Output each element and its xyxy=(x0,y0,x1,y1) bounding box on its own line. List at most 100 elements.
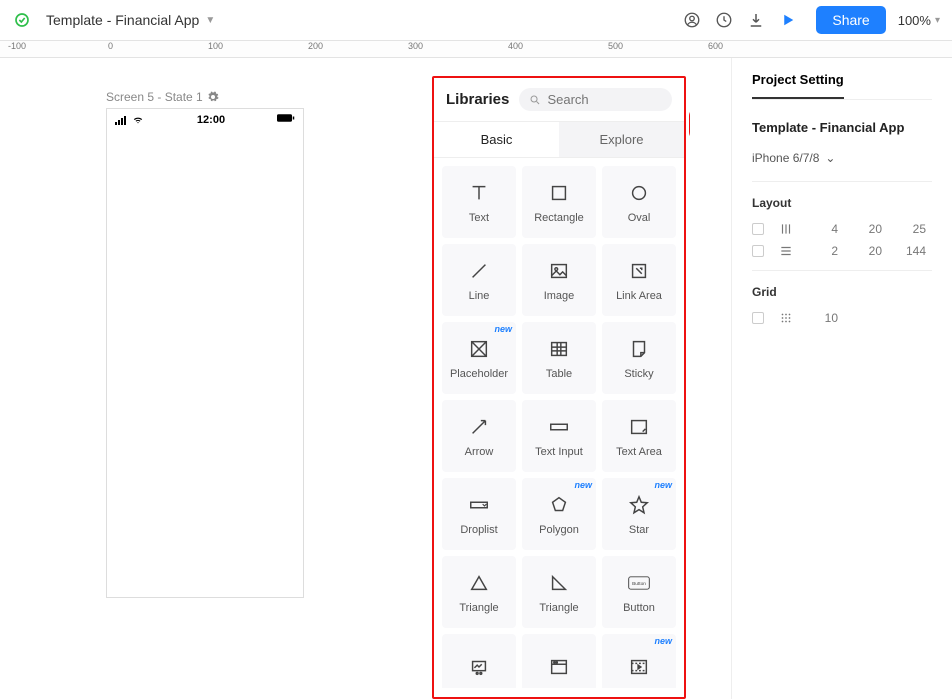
layout-section-label: Layout xyxy=(752,182,932,218)
canvas[interactable]: Screen 5 - State 1 12:00 Libraries xyxy=(0,58,690,699)
tab-explore[interactable]: Explore xyxy=(559,122,684,157)
library-item[interactable]: Button Button xyxy=(602,556,676,628)
history-button[interactable] xyxy=(708,4,740,36)
library-item[interactable]: Text xyxy=(442,166,516,238)
device-frame[interactable]: 12:00 xyxy=(106,108,304,598)
svg-text:Button: Button xyxy=(632,581,646,587)
library-item-label: Button xyxy=(623,602,655,614)
link-area-icon xyxy=(626,258,652,284)
main-area: Screen 5 - State 1 12:00 Libraries xyxy=(0,58,952,699)
library-item[interactable]: new Polygon xyxy=(522,478,596,550)
library-item-label: Sticky xyxy=(624,368,653,380)
new-badge: new xyxy=(654,636,672,646)
library-item[interactable]: Oval xyxy=(602,166,676,238)
carousel-icon xyxy=(466,654,492,680)
library-item-label: Placeholder xyxy=(450,368,508,380)
avatar-button[interactable] xyxy=(676,4,708,36)
library-item[interactable] xyxy=(522,634,596,688)
statusbar-time: 12:00 xyxy=(197,114,225,126)
library-item[interactable]: Rectangle xyxy=(522,166,596,238)
checkbox[interactable] xyxy=(752,312,764,324)
search-box[interactable] xyxy=(519,88,672,111)
line-icon xyxy=(466,258,492,284)
columns-icon xyxy=(778,222,794,236)
ruler-tick: -100 xyxy=(8,41,26,57)
library-item[interactable]: Link Area xyxy=(602,244,676,316)
chevron-down-icon: ▾ xyxy=(935,15,940,26)
gear-icon xyxy=(207,91,219,103)
window-icon xyxy=(546,654,572,680)
library-item[interactable]: Droplist xyxy=(442,478,516,550)
app-logo xyxy=(12,10,32,30)
topbar: Template - Financial App ▼ Share 100%▾ xyxy=(0,0,952,40)
project-title[interactable]: Template - Financial App xyxy=(46,12,199,28)
library-item-label: Rectangle xyxy=(534,212,584,224)
signal-icon xyxy=(115,115,129,125)
chevron-down-icon[interactable]: ▼ xyxy=(205,15,215,26)
device-statusbar: 12:00 xyxy=(107,109,303,130)
download-button[interactable] xyxy=(740,4,772,36)
text-area-icon xyxy=(626,414,652,440)
library-item[interactable]: Sticky xyxy=(602,322,676,394)
library-item-label: Text xyxy=(469,212,489,224)
right-panel-title: Project Setting xyxy=(752,58,844,99)
library-item[interactable]: new xyxy=(602,634,676,688)
library-item-label: Table xyxy=(546,368,572,380)
checkbox[interactable] xyxy=(752,223,764,235)
share-button[interactable]: Share xyxy=(816,6,885,34)
library-item[interactable]: Table xyxy=(522,322,596,394)
ruler-tick: 600 xyxy=(708,41,723,57)
library-item-label: Arrow xyxy=(465,446,494,458)
search-input[interactable] xyxy=(547,92,662,107)
library-item-label: Polygon xyxy=(539,524,579,536)
libraries-panel: Libraries Basic Explore TextRectangleOva… xyxy=(432,76,686,699)
zoom-control[interactable]: 100%▾ xyxy=(898,13,940,28)
play-button[interactable] xyxy=(772,4,804,36)
oval-icon xyxy=(626,180,652,206)
library-item-label: Oval xyxy=(628,212,651,224)
right-panel-subtitle: Template - Financial App xyxy=(752,110,932,145)
grid-section-label: Grid xyxy=(752,271,932,307)
arrow-icon xyxy=(466,414,492,440)
library-item-label: Line xyxy=(469,290,490,302)
star-icon xyxy=(626,492,652,518)
chevron-down-icon: ⌄ xyxy=(825,151,835,165)
library-item[interactable]: Text Input xyxy=(522,400,596,472)
grid-row[interactable]: 10 xyxy=(752,307,932,329)
library-item-label: Link Area xyxy=(616,290,662,302)
tab-basic[interactable]: Basic xyxy=(434,122,559,157)
new-badge: new xyxy=(494,324,512,334)
video-icon xyxy=(626,654,652,680)
wifi-icon xyxy=(131,115,145,125)
library-item[interactable] xyxy=(442,634,516,688)
sticky-icon xyxy=(626,336,652,362)
library-item-label: Text Input xyxy=(535,446,583,458)
triangler-icon xyxy=(546,570,572,596)
library-item[interactable]: Triangle xyxy=(442,556,516,628)
library-item[interactable]: Text Area xyxy=(602,400,676,472)
ruler-tick: 100 xyxy=(208,41,223,57)
device-selector[interactable]: iPhone 6/7/8⌄ xyxy=(752,145,932,182)
library-item[interactable]: Line xyxy=(442,244,516,316)
checkbox[interactable] xyxy=(752,245,764,257)
library-item[interactable]: Image xyxy=(522,244,596,316)
library-item-label: Text Area xyxy=(616,446,662,458)
grid-icon xyxy=(778,311,794,325)
new-badge: new xyxy=(574,480,592,490)
library-item[interactable]: new Placeholder xyxy=(442,322,516,394)
library-item[interactable]: Triangle xyxy=(522,556,596,628)
button-icon: Button xyxy=(626,570,652,596)
library-item[interactable]: Arrow xyxy=(442,400,516,472)
text-icon xyxy=(466,180,492,206)
layout-row-rows[interactable]: 2 20 144 xyxy=(752,240,932,262)
library-item[interactable]: newStar xyxy=(602,478,676,550)
library-item-label: Triangle xyxy=(539,602,578,614)
image-icon xyxy=(546,258,572,284)
layout-row-columns[interactable]: 4 20 25 xyxy=(752,218,932,240)
rectangle-icon xyxy=(546,180,572,206)
library-item-label: Star xyxy=(629,524,649,536)
screen-label[interactable]: Screen 5 - State 1 xyxy=(106,90,219,104)
library-item-label: Image xyxy=(544,290,575,302)
table-icon xyxy=(546,336,572,362)
library-item-label: Triangle xyxy=(459,602,498,614)
